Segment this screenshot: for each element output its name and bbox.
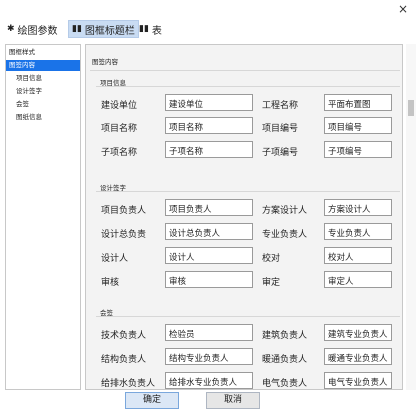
divider (96, 316, 400, 317)
project-name-field[interactable]: 项目名称 (165, 117, 253, 134)
field-label: 设计人 (101, 254, 129, 264)
table-icon: ▮▮ (139, 24, 149, 34)
form-area: 项目信息 建设单位 建设单位 工程名称 平面布置图 项目名称 项目名称 项目编号… (90, 70, 400, 389)
field-label: 项目编号 (262, 124, 299, 134)
sidebar-tree: 图框样式 图签内容 项目信息 设计签字 会签 图纸信息 (5, 44, 81, 390)
electrical-lead-field[interactable]: 电气专业负责人 (324, 372, 392, 389)
field-label: 设计总负责 (101, 230, 147, 240)
field-label: 电气负责人 (262, 379, 308, 389)
approver-field[interactable]: 审定人 (324, 271, 392, 288)
panel-title: 图签内容 (92, 58, 118, 66)
footer: 确定 取消 (0, 390, 416, 417)
divider (96, 86, 400, 87)
tab-label: 绘图参数 (17, 25, 58, 37)
subproject-number-field[interactable]: 子项编号 (324, 141, 392, 158)
construction-unit-field[interactable]: 建设单位 (165, 94, 253, 111)
close-icon[interactable]: × (396, 2, 410, 16)
project-lead-field[interactable]: 项目负责人 (165, 199, 253, 216)
sidebar-item-frame-style[interactable]: 图框样式 (6, 47, 80, 58)
vertical-scrollbar[interactable] (406, 44, 416, 390)
sidebar-item-drawing-info[interactable]: 图纸信息 (6, 112, 80, 123)
field-label: 审核 (101, 278, 120, 288)
content-panel: 图签内容 项目信息 建设单位 建设单位 工程名称 平面布置图 项目名称 项目名称… (85, 44, 403, 390)
field-label: 项目名称 (101, 124, 138, 134)
field-label: 建筑负责人 (262, 331, 308, 341)
field-label: 暖通负责人 (262, 355, 308, 365)
tab-table[interactable]: ▮▮ 表 (136, 20, 165, 38)
checker-field[interactable]: 校对人 (324, 247, 392, 264)
field-label: 给排水负责人 (101, 379, 156, 389)
architecture-lead-field[interactable]: 建筑专业负责人 (324, 324, 392, 341)
book-icon: ▮▮ (72, 24, 82, 34)
hvac-lead-field[interactable]: 暖通专业负责人 (324, 348, 392, 365)
sidebar-item-design-sign[interactable]: 设计签字 (6, 86, 80, 97)
scrollbar-thumb[interactable] (408, 100, 414, 116)
reviewer-field[interactable]: 审核 (165, 271, 253, 288)
sidebar-item-signature-content[interactable]: 图签内容 (6, 60, 80, 71)
scheme-designer-field[interactable]: 方案设计人 (324, 199, 392, 216)
tab-label: 图框标题栏 (84, 25, 135, 37)
project-title-field[interactable]: 平面布置图 (324, 94, 392, 111)
designer-field[interactable]: 设计人 (165, 247, 253, 264)
sidebar-item-cosign[interactable]: 会签 (6, 99, 80, 110)
tab-title-block[interactable]: ▮▮ 图框标题栏 (68, 20, 139, 38)
cancel-button[interactable]: 取消 (206, 392, 260, 409)
field-label: 子项编号 (262, 148, 299, 158)
subproject-name-field[interactable]: 子项名称 (165, 141, 253, 158)
title-bar: × (0, 0, 416, 18)
design-chief-field[interactable]: 设计总负责人 (165, 223, 253, 240)
structure-lead-field[interactable]: 结构专业负责人 (165, 348, 253, 365)
field-label: 项目负责人 (101, 206, 147, 216)
plumbing-lead-field[interactable]: 给排水专业负责人 (165, 372, 253, 389)
project-number-field[interactable]: 项目编号 (324, 117, 392, 134)
sidebar-item-project-info[interactable]: 项目信息 (6, 73, 80, 84)
field-label: 校对 (262, 254, 281, 264)
field-label: 方案设计人 (262, 206, 308, 216)
field-label: 结构负责人 (101, 355, 147, 365)
divider (96, 191, 400, 192)
field-label: 子项名称 (101, 148, 138, 158)
field-label: 审定 (262, 278, 281, 288)
field-label: 技术负责人 (101, 331, 147, 341)
tab-label: 表 (151, 25, 162, 37)
field-label: 工程名称 (262, 101, 299, 111)
field-label: 建设单位 (101, 101, 138, 111)
technical-lead-field[interactable]: 检验员 (165, 324, 253, 341)
discipline-lead-field[interactable]: 专业负责人 (324, 223, 392, 240)
tab-bar: ✱ 绘图参数 ▮▮ 图框标题栏 ▮▮ 表 (0, 18, 416, 40)
tab-drawing-params[interactable]: ✱ 绘图参数 (4, 20, 61, 38)
field-label: 专业负责人 (262, 230, 308, 240)
gear-icon: ✱ (7, 24, 15, 34)
ok-button[interactable]: 确定 (125, 392, 179, 409)
